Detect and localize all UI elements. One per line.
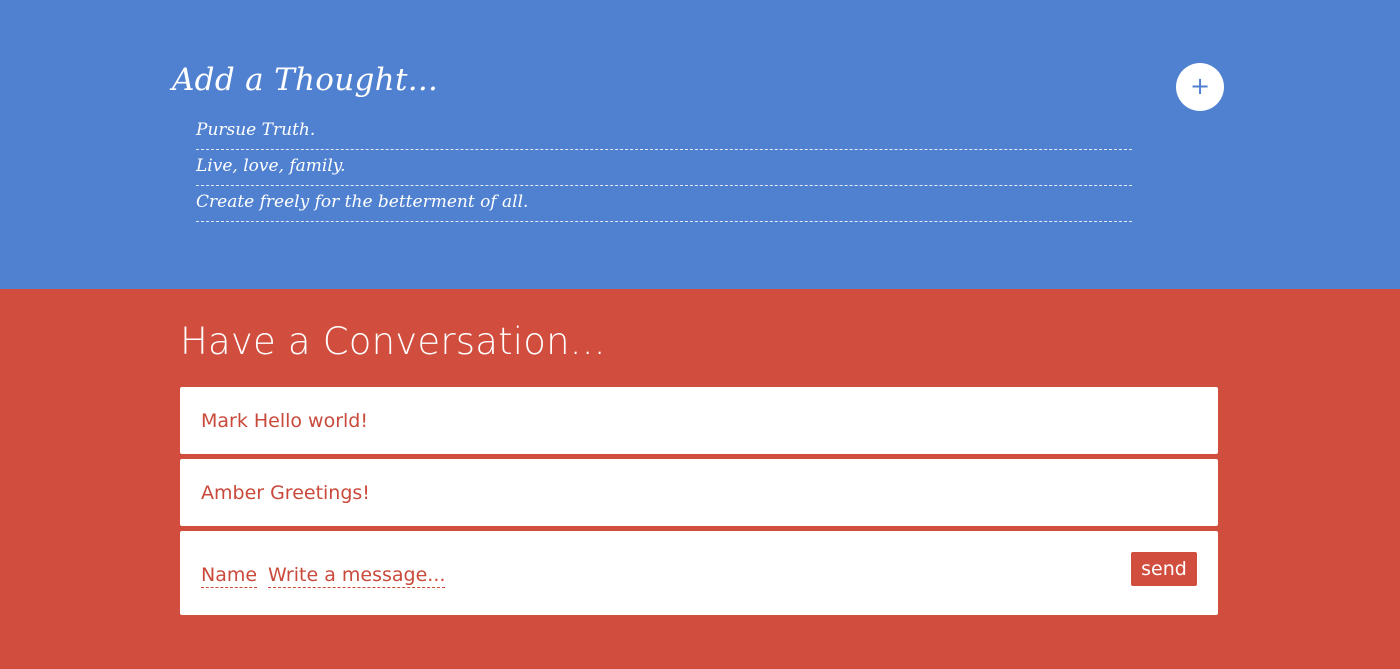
conversation-title: Have a Conversation... [180,320,606,363]
thought-list: Pursue Truth. Live, love, family. Create… [196,115,1132,223]
conversation-section: Have a Conversation... Mark Hello world!… [0,289,1400,669]
thought-title: Add a Thought... [172,62,439,98]
message-text: Greetings! [270,481,370,504]
name-field[interactable]: Name [201,563,258,588]
message-author: Mark [201,409,248,432]
thought-item[interactable]: Create freely for the betterment of all. [196,187,1132,222]
message-author: Amber [201,481,265,504]
thought-item[interactable]: Live, love, family. [196,151,1132,186]
message-card: Amber Greetings! [180,459,1218,526]
thought-item[interactable]: Pursue Truth. [196,115,1132,150]
plus-icon: + [1189,72,1211,100]
thought-section: Add a Thought... + Pursue Truth. Live, l… [0,0,1400,289]
message-card: Mark Hello world! [180,387,1218,454]
message-input[interactable]: Write a message... [268,563,446,588]
message-text: Hello world! [253,409,368,432]
add-thought-button[interactable]: + [1176,63,1224,111]
send-button[interactable]: send [1131,552,1197,586]
message-composer: Name Write a message... send [180,531,1218,615]
